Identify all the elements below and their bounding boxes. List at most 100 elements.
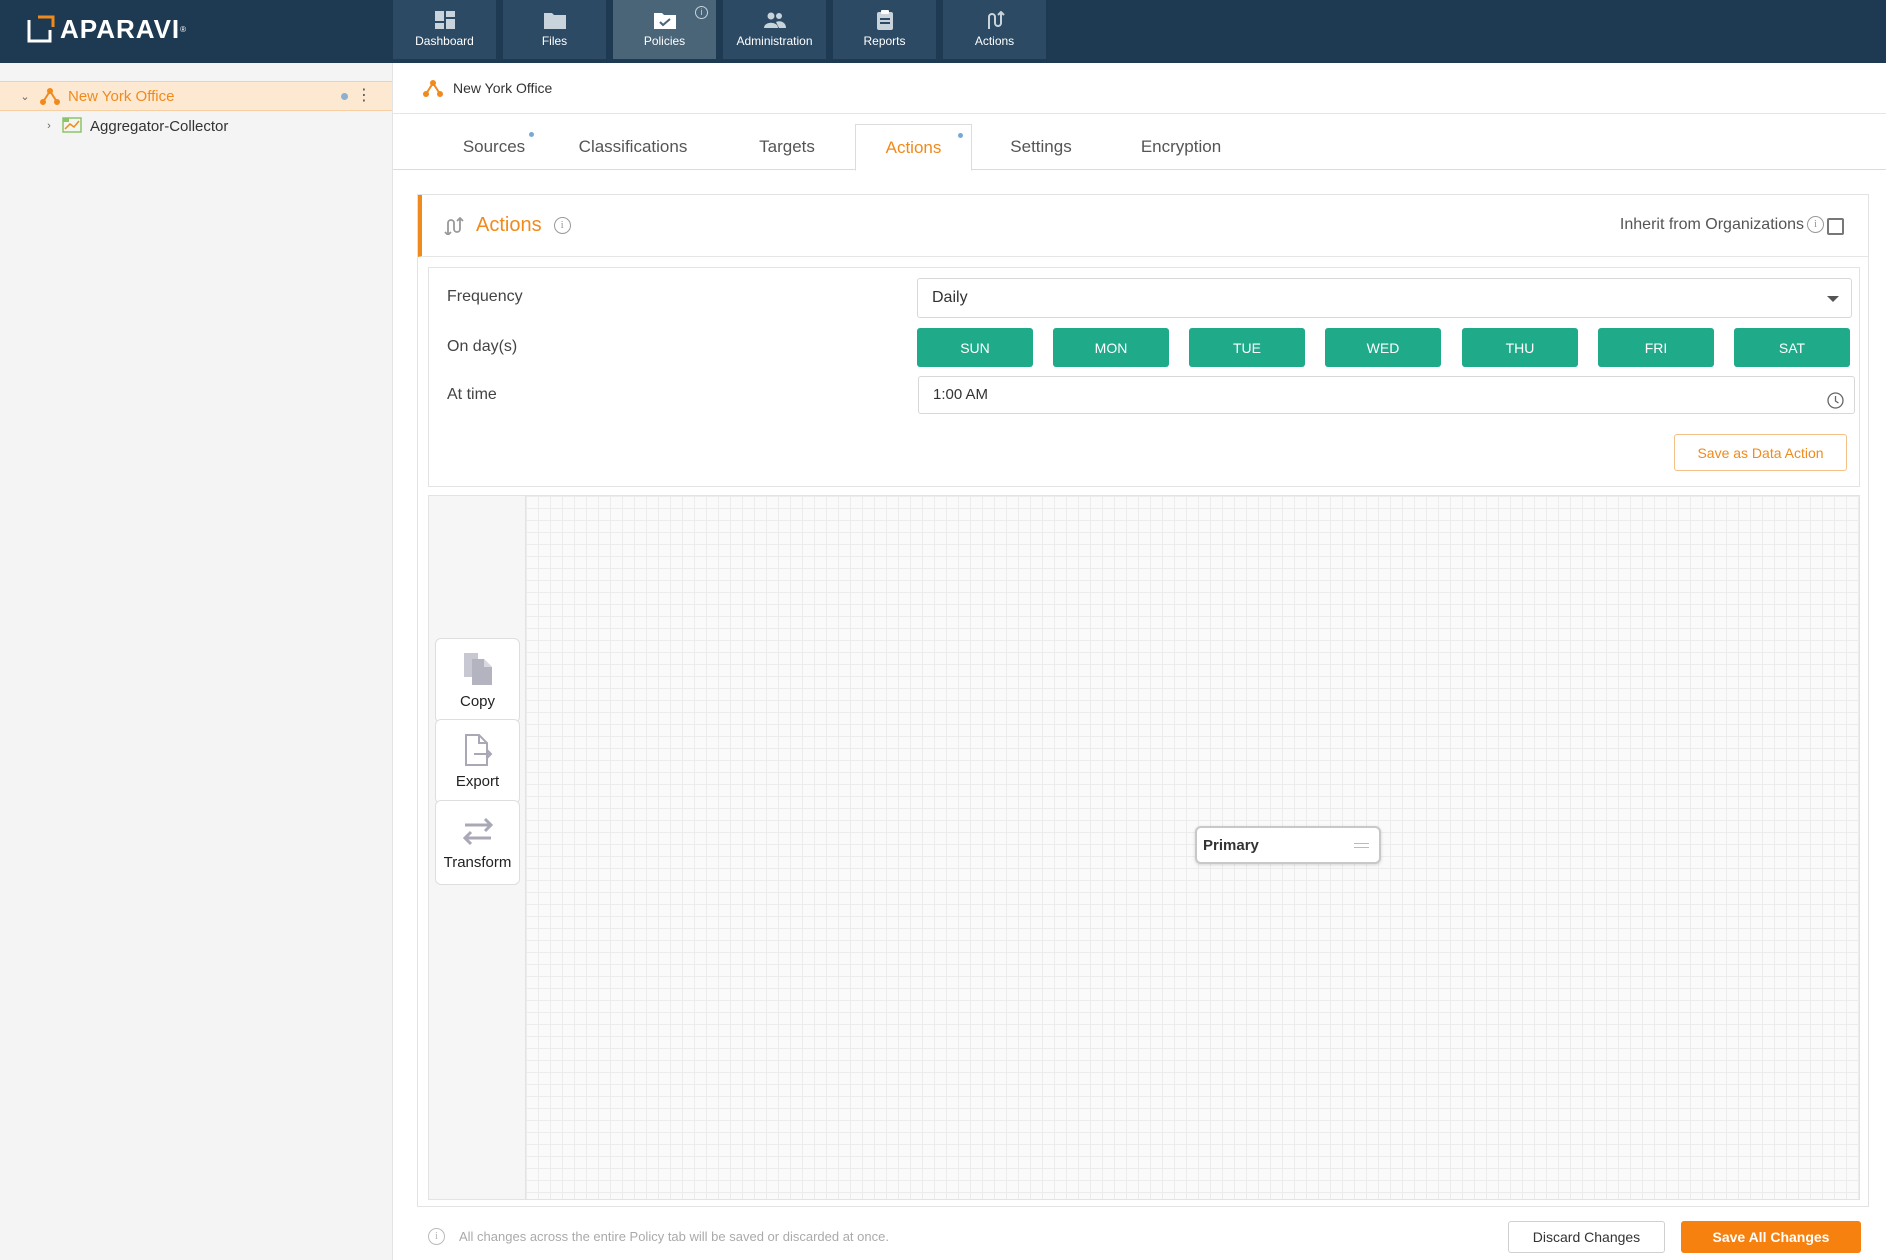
actions-panel: Actions i Inherit from Organizations i F… xyxy=(417,194,1869,1207)
chevron-down-icon[interactable]: ⌄ xyxy=(18,90,32,103)
frequency-label: Frequency xyxy=(447,288,523,305)
registered-mark: ® xyxy=(180,24,187,34)
tab-actions[interactable]: Actions xyxy=(855,124,972,171)
inherit-info-icon[interactable]: i xyxy=(1807,216,1824,233)
nav-tab-administration[interactable]: Administration xyxy=(723,0,826,59)
tree-item-label: Aggregator-Collector xyxy=(90,117,229,135)
day-toggle-mon[interactable]: MON xyxy=(1053,328,1169,367)
sidebar-tree: ⌄ New York Office ⋮ › Aggregator-Collect… xyxy=(0,63,393,1260)
tab-targets[interactable]: Targets xyxy=(728,124,846,170)
tab-label: Sources xyxy=(462,137,526,156)
canvas-grid[interactable]: Primary xyxy=(526,496,1859,1199)
chevron-right-icon[interactable]: › xyxy=(42,120,56,132)
time-label: At time xyxy=(447,386,497,403)
palette-label: Export xyxy=(455,773,500,790)
nav-tab-label: Files xyxy=(541,34,568,48)
status-dot xyxy=(341,92,348,100)
action-palette: Copy Export Transform xyxy=(429,496,526,1199)
nav-tab-label: Administration xyxy=(736,34,813,48)
info-icon[interactable]: i xyxy=(695,6,708,19)
info-icon[interactable]: i xyxy=(553,217,571,234)
nav-tab-reports[interactable]: Reports xyxy=(833,0,936,59)
nav-tab-label: Dashboard xyxy=(415,34,474,48)
palette-label: Copy xyxy=(459,693,496,710)
palette-item-export[interactable]: Export xyxy=(435,719,520,804)
change-dot xyxy=(958,133,963,138)
days-label: On day(s) xyxy=(447,338,518,355)
tree-item-aggregator-collector[interactable]: › Aggregator-Collector xyxy=(0,111,392,141)
time-input[interactable]: 1:00 AM xyxy=(918,376,1855,414)
brand-name: APARAVI xyxy=(60,13,181,44)
export-icon xyxy=(463,733,493,767)
inherit-label: Inherit from Organizations xyxy=(1619,216,1804,233)
tab-label: Classifications xyxy=(578,137,688,156)
actions-icon xyxy=(984,10,1006,30)
logo-mark-icon xyxy=(26,14,56,44)
palette-item-transform[interactable]: Transform xyxy=(435,800,520,885)
day-toggle-thu[interactable]: THU xyxy=(1462,328,1578,367)
server-icon xyxy=(62,117,82,135)
palette-item-copy[interactable]: Copy xyxy=(435,638,520,723)
time-value: 1:00 AM xyxy=(933,386,989,403)
tab-classifications[interactable]: Classifications xyxy=(561,124,705,170)
tab-settings[interactable]: Settings xyxy=(981,124,1101,170)
top-bar: APARAVI ® Dashboard Files Policies i Adm… xyxy=(0,0,1886,63)
breadcrumb-label: New York Office xyxy=(453,80,553,96)
organization-icon xyxy=(423,79,443,97)
frequency-select[interactable]: Daily xyxy=(917,278,1852,318)
clock-icon[interactable] xyxy=(1827,387,1844,409)
panel-header: Actions i Inherit from Organizations i xyxy=(418,195,1868,257)
breadcrumb: New York Office xyxy=(393,63,1886,114)
tree-item-new-york-office[interactable]: ⌄ New York Office ⋮ xyxy=(0,81,392,111)
nav-tab-policies[interactable]: Policies i xyxy=(613,0,716,59)
nav-tab-actions[interactable]: Actions xyxy=(943,0,1046,59)
day-toggle-sun[interactable]: SUN xyxy=(917,328,1033,367)
node-label: Primary xyxy=(1203,836,1259,854)
tab-encryption[interactable]: Encryption xyxy=(1113,124,1249,170)
frequency-value: Daily xyxy=(932,289,968,306)
day-toggle-fri[interactable]: FRI xyxy=(1598,328,1714,367)
transform-icon xyxy=(461,814,495,848)
tab-label: Encryption xyxy=(1140,137,1222,156)
policy-tabs: Sources Classifications Targets Actions … xyxy=(393,124,1886,171)
users-icon xyxy=(763,10,786,30)
more-vertical-icon[interactable]: ⋮ xyxy=(356,88,372,104)
tab-sources[interactable]: Sources xyxy=(437,124,551,170)
nav-tab-files[interactable]: Files xyxy=(503,0,606,59)
footer-note-text: All changes across the entire Policy tab… xyxy=(459,1229,889,1244)
info-icon: i xyxy=(428,1228,445,1245)
main-nav: Dashboard Files Policies i Administratio… xyxy=(393,0,1053,59)
workflow-node-primary[interactable]: Primary xyxy=(1195,826,1381,864)
save-as-data-action-button[interactable]: Save as Data Action xyxy=(1674,434,1847,471)
day-toggle-wed[interactable]: WED xyxy=(1325,328,1441,367)
day-toggle-tue[interactable]: TUE xyxy=(1189,328,1305,367)
tab-label: Targets xyxy=(759,137,815,156)
tab-label: Settings xyxy=(1010,137,1072,156)
day-toggle-sat[interactable]: SAT xyxy=(1734,328,1850,367)
policies-folder-icon xyxy=(653,10,676,30)
nav-tab-label: Reports xyxy=(863,34,906,48)
copy-icon xyxy=(462,651,494,687)
tab-label: Actions xyxy=(885,137,942,157)
discard-changes-button[interactable]: Discard Changes xyxy=(1508,1221,1665,1253)
change-dot xyxy=(529,132,534,137)
save-all-changes-button[interactable]: Save All Changes xyxy=(1681,1221,1861,1253)
folder-icon xyxy=(543,10,566,30)
dashboard-icon xyxy=(434,10,456,30)
organization-icon xyxy=(40,87,60,105)
workflow-canvas: Copy Export Transform Primary xyxy=(428,495,1860,1200)
actions-icon xyxy=(444,216,464,235)
tree-item-label: New York Office xyxy=(68,87,175,105)
panel-title: Actions xyxy=(476,214,542,236)
drag-handle-icon[interactable] xyxy=(1354,843,1369,848)
clipboard-icon xyxy=(874,10,896,30)
inherit-checkbox[interactable] xyxy=(1827,218,1844,235)
aparavi-logo[interactable]: APARAVI ® xyxy=(26,13,186,45)
nav-tab-label: Actions xyxy=(974,34,1015,48)
schedule-form: Frequency Daily On day(s) SUN MON TUE WE… xyxy=(428,267,1860,487)
footer-note: i All changes across the entire Policy t… xyxy=(428,1228,889,1245)
nav-tab-dashboard[interactable]: Dashboard xyxy=(393,0,496,59)
nav-tab-label: Policies xyxy=(643,34,686,48)
caret-down-icon xyxy=(1827,296,1839,302)
palette-label: Transform xyxy=(443,854,512,871)
